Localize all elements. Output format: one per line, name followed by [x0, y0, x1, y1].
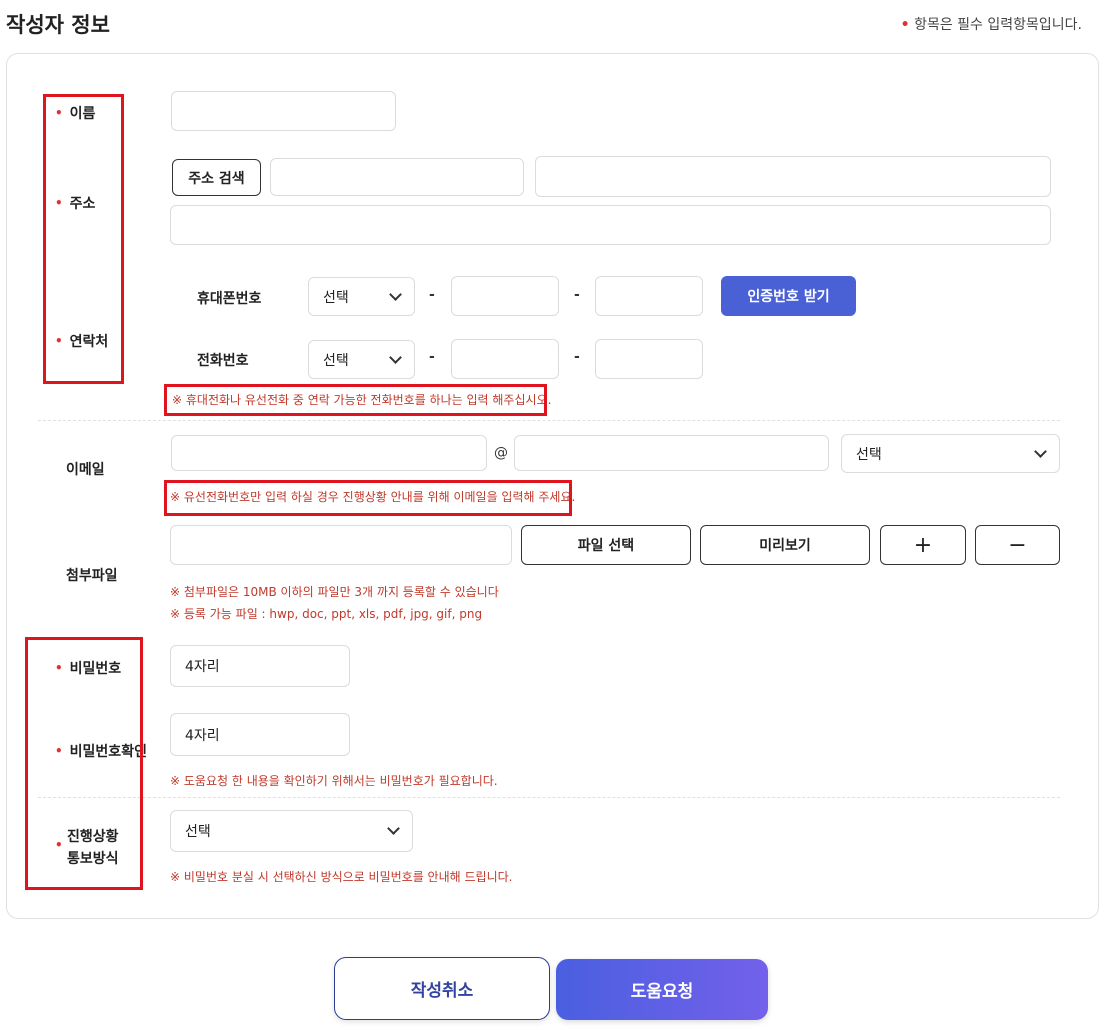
page-title: 작성자 정보 [6, 13, 110, 37]
email-domain-select-value: 선택 [856, 446, 882, 463]
divider [38, 797, 1060, 798]
password-notice: ※ 도움요청 한 내용을 확인하기 위해서는 비밀번호가 필요합니다. [170, 774, 498, 788]
mobile-last-input[interactable] [595, 276, 703, 316]
phone-label: 전화번호 [197, 353, 249, 369]
dash: - [429, 349, 435, 365]
select-file-button[interactable]: 파일 선택 [521, 525, 691, 565]
progress-notice: ※ 비밀번호 분실 시 선택하신 방식으로 비밀번호를 안내해 드립니다. [170, 870, 513, 884]
name-input[interactable] [171, 91, 396, 131]
chevron-down-icon [389, 350, 402, 364]
mobile-prefix-select[interactable]: 선택 [308, 277, 415, 316]
password-confirm-placeholder: 4자리 [185, 727, 220, 744]
required-note: • 항목은 필수 입력항목입니다. [901, 14, 1082, 34]
dash: - [574, 349, 580, 365]
add-file-button[interactable]: + [880, 525, 966, 565]
address-search-button[interactable]: 주소 검색 [172, 159, 261, 196]
dash: - [574, 287, 580, 303]
preview-button[interactable]: 미리보기 [700, 525, 870, 565]
phone-prefix-select[interactable]: 선택 [308, 340, 415, 379]
mobile-middle-input[interactable] [451, 276, 559, 316]
password-input[interactable]: 4자리 [170, 645, 350, 687]
label-attachment: 첨부파일 [66, 568, 118, 584]
postcode-input[interactable] [270, 158, 524, 196]
address-main-input[interactable] [535, 156, 1051, 197]
email-domain-select[interactable]: 선택 [841, 434, 1060, 473]
divider [38, 420, 1060, 421]
request-verification-button[interactable]: 인증번호 받기 [721, 276, 856, 316]
submit-request-button[interactable]: 도움요청 [556, 959, 768, 1020]
password-placeholder: 4자리 [185, 659, 220, 675]
attachment-filename-input[interactable] [170, 525, 512, 565]
mobile-prefix-value: 선택 [323, 289, 349, 306]
progress-method-value: 선택 [185, 824, 211, 840]
chevron-down-icon [387, 822, 400, 835]
dash: - [429, 287, 435, 303]
mobile-label: 휴대폰번호 [197, 291, 262, 307]
at-sign: @ [494, 445, 508, 461]
label-email: 이메일 [66, 462, 105, 478]
address-detail-input[interactable] [170, 205, 1051, 245]
remove-file-button[interactable]: − [975, 525, 1060, 565]
chevron-down-icon [1034, 444, 1047, 458]
email-domain-input[interactable] [514, 435, 829, 471]
chevron-down-icon [389, 287, 402, 301]
highlight-box-email-notice [164, 480, 572, 516]
password-confirm-input[interactable]: 4자리 [170, 713, 350, 756]
highlight-box-password-labels [25, 637, 143, 890]
phone-prefix-value: 선택 [323, 352, 349, 369]
attachment-notice-types: ※ 등록 가능 파일 : hwp, doc, ppt, xls, pdf, jp… [170, 607, 483, 621]
required-dot: • [900, 17, 910, 33]
highlight-box-contact-notice [164, 384, 547, 416]
progress-method-select[interactable]: 선택 [170, 810, 413, 852]
attachment-notice-size: ※ 첨부파일은 10MB 이하의 파일만 3개 까지 등록할 수 있습니다 [170, 585, 499, 599]
highlight-box-required-labels [43, 94, 124, 384]
email-id-input[interactable] [171, 435, 487, 471]
cancel-button[interactable]: 작성취소 [334, 957, 550, 1020]
phone-middle-input[interactable] [451, 339, 559, 379]
phone-last-input[interactable] [595, 339, 703, 379]
required-note-text: 항목은 필수 입력항목입니다. [914, 17, 1082, 33]
